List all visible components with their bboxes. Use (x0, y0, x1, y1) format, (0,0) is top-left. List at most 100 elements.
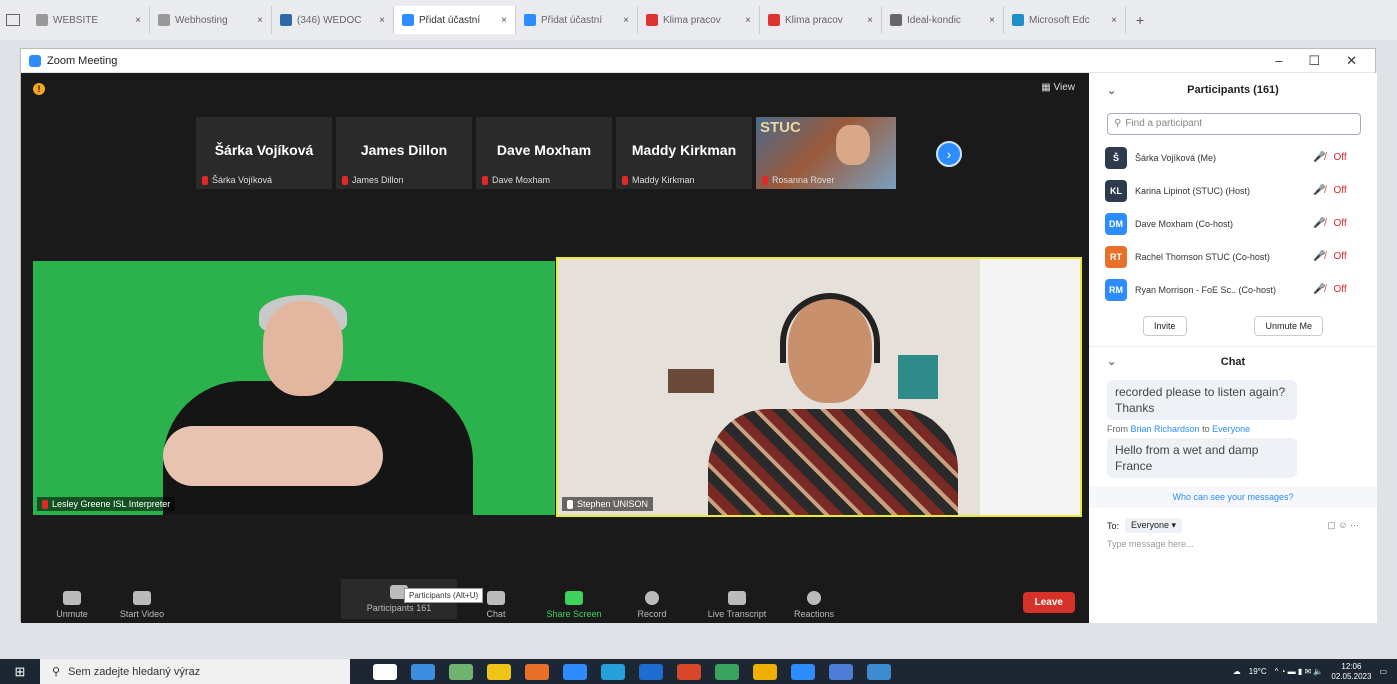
video-background (668, 369, 714, 393)
reactions-button[interactable]: Reactions (779, 591, 849, 619)
taskbar-app-icon[interactable] (563, 663, 587, 680)
security-shield-icon[interactable]: ! (33, 83, 45, 95)
clock[interactable]: 12:06 02.05.2023 (1331, 662, 1371, 682)
taskbar-app-icon[interactable] (791, 663, 815, 680)
video-off-label: Off (1333, 284, 1347, 295)
browser-tab[interactable]: Ideal-kondic × (882, 6, 1004, 34)
file-icon[interactable]: ▢ ☺ ⋯ (1327, 520, 1359, 531)
sender-name[interactable]: Brian Richardson (1131, 424, 1200, 434)
interpreter-video[interactable]: Lesley Greene ISL Interpreter (33, 261, 555, 515)
invite-button[interactable]: Invite (1142, 316, 1187, 336)
avatar: RM (1105, 278, 1127, 301)
taskbar-app-icon[interactable] (867, 663, 891, 680)
participant-row[interactable]: KL Karina Lipinot (STUC) (Host) 🎤̸ Off (1089, 174, 1377, 207)
close-tab-icon[interactable]: × (623, 15, 629, 26)
close-tab-icon[interactable]: × (501, 15, 507, 26)
participant-tile[interactable]: James Dillon James Dillon (336, 117, 472, 189)
mic-muted-icon[interactable]: 🎤̸ (1313, 284, 1325, 295)
start-video-button[interactable]: Start Video (107, 591, 177, 619)
unmute-button[interactable]: Unmute (37, 591, 107, 619)
video-figure (708, 409, 958, 515)
participant-row[interactable]: RT Rachel Thomson STUC (Co-host) 🎤̸ Off (1089, 240, 1377, 273)
taskbar-app-icon[interactable] (677, 663, 701, 680)
to-word: to (1202, 424, 1210, 434)
tab-label: Ideal-kondic (907, 14, 961, 26)
close-tab-icon[interactable]: × (1111, 15, 1117, 26)
chevron-down-icon[interactable]: ⌄ (1107, 84, 1116, 97)
participant-tile[interactable]: Dave Moxham Dave Moxham (476, 117, 612, 189)
taskbar-app-icon[interactable] (525, 663, 549, 680)
who-can-see-link[interactable]: Who can see your messages? (1089, 486, 1377, 508)
close-window-button[interactable]: ✕ (1346, 53, 1357, 69)
taskbar-app-icon[interactable] (487, 663, 511, 680)
taskbar-app-icon[interactable] (639, 663, 663, 680)
chat-bubble-icon (487, 591, 505, 605)
next-page-arrow-icon[interactable]: › (936, 141, 962, 167)
close-tab-icon[interactable]: × (989, 15, 995, 26)
mic-muted-icon[interactable]: 🎤̸ (1313, 152, 1325, 163)
window-title: Zoom Meeting (47, 54, 118, 67)
mic-muted-icon[interactable]: 🎤̸ (1313, 251, 1325, 262)
live-transcript-button[interactable]: Live Transcript (695, 591, 779, 619)
taskbar-search-input[interactable]: ⚲ Sem zadejte hledaný výraz (40, 659, 350, 684)
share-screen-label: Share Screen (546, 609, 602, 619)
close-tab-icon[interactable]: × (867, 15, 873, 26)
mic-muted-icon[interactable]: 🎤̸ (1313, 185, 1325, 196)
minimize-button[interactable]: – (1275, 53, 1282, 69)
new-tab-button[interactable]: + (1136, 12, 1144, 28)
share-screen-button[interactable]: Share Screen (539, 591, 609, 619)
close-tab-icon[interactable]: × (135, 15, 141, 26)
participant-search-input[interactable]: ⚲ Find a participant (1107, 113, 1361, 135)
taskbar-app-icon[interactable] (373, 663, 397, 680)
participant-tile[interactable]: Maddy Kirkman Maddy Kirkman (616, 117, 752, 189)
participant-row[interactable]: RM Ryan Morrison - FoE Sc.. (Co-host) 🎤̸ Of… (1089, 273, 1377, 306)
tile-name: Maddy Kirkman (631, 142, 737, 158)
tab-label: (346) WEDOC (297, 14, 362, 26)
record-button[interactable]: Record (617, 591, 687, 619)
taskbar-app-icon[interactable] (715, 663, 739, 680)
recipient-name[interactable]: Everyone (1212, 424, 1250, 434)
browser-tab[interactable]: Přidat účastní × (394, 6, 516, 34)
participants-tooltip: Participants (Alt+U) (404, 588, 484, 603)
mic-muted-icon[interactable]: 🎤̸ (1313, 218, 1325, 229)
close-tab-icon[interactable]: × (745, 15, 751, 26)
participant-video-tile[interactable]: STUC Rosanna Rover (756, 117, 896, 189)
recipient-select[interactable]: Everyone ▾ (1125, 518, 1183, 533)
taskbar-app-icon[interactable] (829, 663, 853, 680)
participant-face (836, 125, 870, 165)
leave-button[interactable]: Leave (1022, 592, 1075, 613)
browser-tab[interactable]: WEBSITE × (28, 6, 150, 34)
taskbar-app-icon[interactable] (753, 663, 777, 680)
tab-favicon-icon (890, 14, 902, 26)
browser-tab[interactable]: Webhosting × (150, 6, 272, 34)
close-tab-icon[interactable]: × (257, 15, 263, 26)
maximize-button[interactable]: ☐ (1308, 53, 1320, 69)
unmute-me-button[interactable]: Unmute Me (1254, 316, 1323, 336)
browser-tab[interactable]: Microsoft Edc × (1004, 6, 1126, 34)
participant-name: Šárka Vojíková (Me) (1135, 152, 1217, 163)
windows-start-icon[interactable]: ⊞ (0, 664, 40, 680)
tab-actions-icon[interactable] (6, 14, 20, 26)
taskbar-apps (366, 663, 898, 680)
tray-icons[interactable]: ^ ◔ ▬ ▮ ✉ 🔈 (1275, 667, 1324, 676)
tab-favicon-icon (280, 14, 292, 26)
participant-row[interactable]: Š Šárka Vojíková (Me) 🎤̸ Off (1089, 141, 1377, 174)
taskbar-app-icon[interactable] (449, 663, 473, 680)
participant-tile[interactable]: Šárka Vojíková Šárka Vojíková (196, 117, 332, 189)
browser-tab[interactable]: Klima pracov × (638, 6, 760, 34)
view-button[interactable]: ▦ View (1041, 82, 1075, 93)
tab-label: Přidat účastní (541, 14, 603, 26)
chevron-down-icon[interactable]: ⌄ (1107, 355, 1116, 368)
video-off-label: Off (1333, 251, 1347, 262)
browser-tab[interactable]: Klima pracov × (760, 6, 882, 34)
browser-tab[interactable]: Přidat účastní × (516, 6, 638, 34)
active-speaker-video[interactable]: Stephen UNISON (556, 257, 1082, 517)
taskbar-app-icon[interactable] (601, 663, 625, 680)
taskbar-app-icon[interactable] (411, 663, 435, 680)
chat-message-input[interactable]: Type message here... (1089, 533, 1377, 555)
tab-favicon-icon (768, 14, 780, 26)
close-tab-icon[interactable]: × (379, 15, 385, 26)
notifications-icon[interactable]: ▭ (1379, 667, 1387, 676)
browser-tab[interactable]: (346) WEDOC × (272, 6, 394, 34)
participant-row[interactable]: DM Dave Moxham (Co-host) 🎤̸ Off (1089, 207, 1377, 240)
